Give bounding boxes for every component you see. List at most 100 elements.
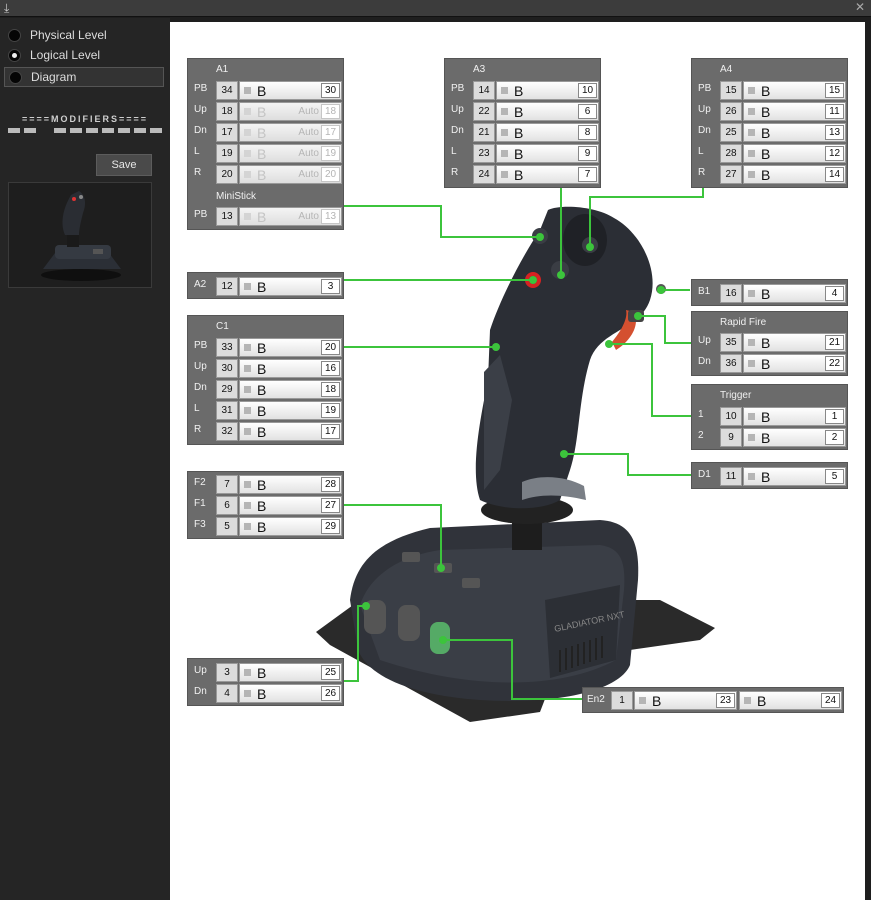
logical-button-value[interactable]: 10 — [578, 83, 597, 98]
checkbox-icon[interactable] — [748, 108, 755, 115]
checkbox-icon[interactable] — [748, 290, 755, 297]
checkbox-icon[interactable] — [244, 407, 251, 414]
button-assignment-field[interactable]: B 26 — [239, 684, 342, 703]
logical-button-value[interactable]: 13 — [825, 125, 844, 140]
logical-button-value[interactable]: 12 — [825, 146, 844, 161]
checkbox-icon[interactable] — [748, 150, 755, 157]
checkbox-icon[interactable] — [244, 386, 251, 393]
button-assignment-field[interactable]: B 13 — [743, 123, 846, 142]
checkbox-icon[interactable] — [244, 365, 251, 372]
logical-button-value[interactable]: 24 — [821, 693, 840, 708]
modifier-indicator[interactable] — [150, 128, 162, 133]
modifier-indicator[interactable] — [8, 128, 20, 133]
button-assignment-field[interactable]: B 21 — [743, 333, 846, 352]
button-assignment-field[interactable]: B 15 — [743, 81, 846, 100]
checkbox-icon[interactable] — [244, 428, 251, 435]
logical-button-value[interactable]: 28 — [321, 477, 340, 492]
checkbox-icon[interactable] — [244, 523, 251, 530]
button-assignment-field[interactable]: B 30 — [239, 81, 342, 100]
button-assignment-field[interactable]: B 11 — [743, 102, 846, 121]
logical-button-value[interactable]: 9 — [578, 146, 597, 161]
radio-logical-level[interactable]: Logical Level — [8, 46, 100, 64]
logical-button-value[interactable]: 1 — [825, 409, 844, 424]
radio-button-icon[interactable] — [9, 70, 22, 84]
checkbox-icon[interactable] — [748, 413, 755, 420]
button-assignment-field[interactable]: B8 — [496, 123, 599, 142]
logical-button-value[interactable]: 2 — [825, 430, 844, 445]
checkbox-icon[interactable] — [748, 87, 755, 94]
close-icon[interactable]: ✕ — [855, 0, 865, 14]
checkbox-icon[interactable] — [748, 171, 755, 178]
modifier-indicator[interactable] — [134, 128, 146, 133]
radio-diagram[interactable]: Diagram — [4, 67, 164, 87]
checkbox-icon[interactable] — [748, 473, 755, 480]
button-assignment-field[interactable]: B 23 — [634, 691, 737, 710]
checkbox-icon[interactable] — [244, 502, 251, 509]
radio-physical-level[interactable]: Physical Level — [8, 26, 107, 44]
button-assignment-field[interactable]: B 20 — [239, 338, 342, 357]
checkbox-icon[interactable] — [744, 697, 751, 704]
logical-button-value[interactable]: 20 — [321, 340, 340, 355]
logical-button-value[interactable]: 22 — [825, 356, 844, 371]
button-assignment-field[interactable]: B2 — [743, 428, 846, 447]
button-assignment-field[interactable]: B 12 — [743, 144, 846, 163]
logical-button-value[interactable]: 5 — [825, 469, 844, 484]
button-assignment-field[interactable]: B 22 — [743, 354, 846, 373]
button-assignment-field[interactable]: B 10 — [496, 81, 599, 100]
checkbox-icon[interactable] — [748, 434, 755, 441]
logical-button-value[interactable]: 25 — [321, 665, 340, 680]
logical-button-value[interactable]: 18 — [321, 382, 340, 397]
checkbox-icon[interactable] — [501, 150, 508, 157]
checkbox-icon[interactable] — [748, 129, 755, 136]
button-assignment-field[interactable]: B 29 — [239, 517, 342, 536]
logical-button-value[interactable]: 11 — [825, 104, 844, 119]
button-assignment-field[interactable]: B 14 — [743, 165, 846, 184]
checkbox-icon[interactable] — [501, 87, 508, 94]
button-assignment-field[interactable]: B6 — [496, 102, 599, 121]
logical-button-value[interactable]: 15 — [825, 83, 844, 98]
checkbox-icon[interactable] — [244, 283, 251, 290]
logical-button-value[interactable]: 16 — [321, 361, 340, 376]
modifier-indicator[interactable] — [54, 128, 66, 133]
button-assignment-field[interactable]: B 28 — [239, 475, 342, 494]
button-assignment-field[interactable]: B 18 — [239, 380, 342, 399]
modifier-indicator[interactable] — [24, 128, 36, 133]
logical-button-value[interactable]: 27 — [321, 498, 340, 513]
button-assignment-field[interactable]: B5 — [743, 467, 846, 486]
logical-button-value[interactable]: 3 — [321, 279, 340, 294]
button-assignment-field[interactable]: B1 — [743, 407, 846, 426]
button-assignment-field[interactable]: B4 — [743, 284, 846, 303]
button-assignment-field[interactable]: B 24 — [739, 691, 842, 710]
button-assignment-field[interactable]: B9 — [496, 144, 599, 163]
modifier-indicator[interactable] — [102, 128, 114, 133]
checkbox-icon[interactable] — [639, 697, 646, 704]
logical-button-value[interactable]: 21 — [825, 335, 844, 350]
modifier-indicator[interactable] — [86, 128, 98, 133]
checkbox-icon[interactable] — [501, 171, 508, 178]
modifier-indicator[interactable] — [70, 128, 82, 133]
logical-button-value[interactable]: 14 — [825, 167, 844, 182]
checkbox-icon[interactable] — [244, 481, 251, 488]
logical-button-value[interactable]: 19 — [321, 403, 340, 418]
logical-button-value[interactable]: 29 — [321, 519, 340, 534]
logical-button-value[interactable]: 7 — [578, 167, 597, 182]
checkbox-icon[interactable] — [748, 339, 755, 346]
checkbox-icon[interactable] — [501, 108, 508, 115]
logical-button-value[interactable]: 17 — [321, 424, 340, 439]
logical-button-value[interactable]: 23 — [716, 693, 735, 708]
button-assignment-field[interactable]: B 25 — [239, 663, 342, 682]
checkbox-icon[interactable] — [244, 669, 251, 676]
checkbox-icon[interactable] — [501, 129, 508, 136]
checkbox-icon[interactable] — [244, 690, 251, 697]
button-assignment-field[interactable]: B7 — [496, 165, 599, 184]
logical-button-value[interactable]: 4 — [825, 286, 844, 301]
button-assignment-field[interactable]: B 16 — [239, 359, 342, 378]
checkbox-icon[interactable] — [244, 87, 251, 94]
button-assignment-field[interactable]: B 19 — [239, 401, 342, 420]
modifier-indicator[interactable] — [118, 128, 130, 133]
logical-button-value[interactable]: 30 — [321, 83, 340, 98]
checkbox-icon[interactable] — [748, 360, 755, 367]
logical-button-value[interactable]: 6 — [578, 104, 597, 119]
radio-button-checked-icon[interactable] — [8, 48, 21, 62]
logical-button-value[interactable]: 8 — [578, 125, 597, 140]
